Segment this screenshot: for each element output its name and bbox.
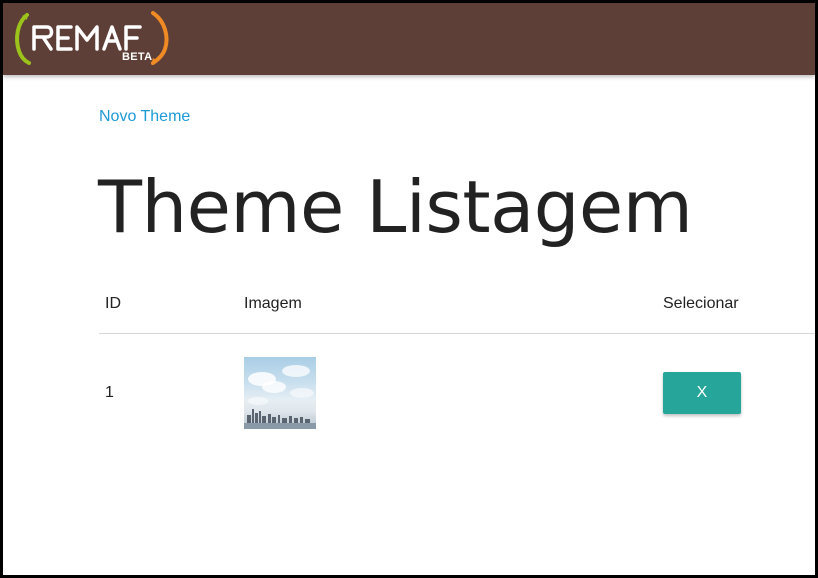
thumbnail-image (244, 365, 316, 429)
table-header: ID Imagem Selecionar (99, 275, 815, 334)
column-header-id: ID (99, 275, 244, 334)
cell-select: X (663, 334, 815, 453)
table-row: 1 X (99, 334, 815, 453)
cell-id: 1 (105, 384, 114, 401)
remaf-logo-icon (15, 11, 169, 65)
page-title: Theme Listagem (98, 165, 693, 249)
beta-badge: BETA (122, 51, 153, 63)
app-window: BETA Novo Theme Theme Listagem ID Imagem… (3, 3, 815, 575)
table-body: 1 X (99, 334, 815, 453)
top-navbar: BETA (3, 3, 815, 75)
header-row: ID Imagem Selecionar (99, 275, 815, 334)
select-theme-button[interactable]: X (663, 372, 741, 414)
cell-image (244, 334, 663, 453)
new-theme-link[interactable]: Novo Theme (99, 108, 190, 126)
city-skyline-thumbnail-icon[interactable] (244, 357, 316, 429)
column-header-imagem: Imagem (244, 275, 663, 334)
remaf-logo[interactable]: BETA (13, 9, 178, 67)
themes-table-container: ID Imagem Selecionar 1 X (99, 275, 815, 452)
themes-table: ID Imagem Selecionar 1 X (99, 275, 815, 452)
column-header-selecionar: Selecionar (663, 275, 815, 334)
